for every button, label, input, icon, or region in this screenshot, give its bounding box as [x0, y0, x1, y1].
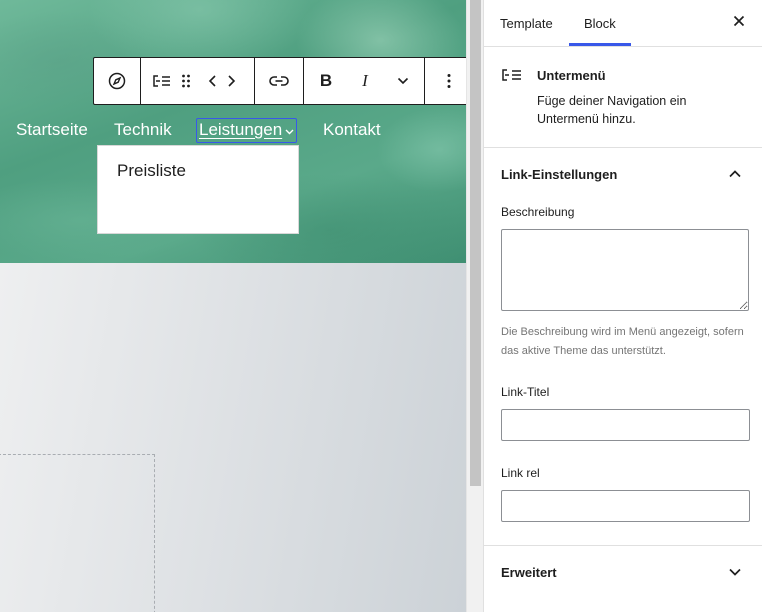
chevron-down-icon	[285, 126, 294, 138]
block-placeholder[interactable]	[0, 454, 155, 612]
link-button[interactable]	[255, 58, 303, 104]
bold-button[interactable]: B	[304, 58, 348, 104]
description-textarea[interactable]	[501, 229, 749, 311]
nav-item-leistungen[interactable]: Leistungen	[196, 118, 298, 143]
compass-icon	[108, 72, 126, 90]
italic-button[interactable]: I	[348, 58, 382, 104]
link-title-label: Link-Titel	[501, 385, 550, 399]
bold-icon: B	[319, 71, 333, 90]
link-settings-panel: Link-Einstellungen Beschreibung Die Besc…	[484, 148, 762, 546]
vertical-ellipsis-icon	[447, 73, 451, 89]
drag-handle[interactable]	[175, 58, 197, 104]
toolbar-group-link	[255, 58, 304, 104]
chevron-down-icon[interactable]	[728, 564, 742, 582]
link-icon	[269, 75, 289, 87]
tab-block[interactable]: Block	[584, 16, 616, 31]
italic-icon: I	[362, 71, 368, 90]
submenu-icon	[152, 74, 172, 88]
nav-item-startseite[interactable]: Startseite	[16, 120, 88, 140]
tab-template[interactable]: Template	[500, 16, 553, 31]
editor-canvas: Startseite Technik Leistungen Kontakt Pr…	[0, 0, 466, 612]
block-description: Füge deiner Navigation ein Untermenü hin…	[537, 94, 687, 126]
options-button[interactable]	[425, 58, 466, 104]
toolbar-group-block	[141, 58, 255, 104]
block-card: Untermenü Füge deiner Navigation ein Unt…	[484, 47, 762, 148]
submenu-item-preisliste[interactable]: Preisliste	[117, 161, 186, 181]
nav-item-leistungen-label: Leistungen	[199, 120, 283, 139]
more-rich-text-button[interactable]	[382, 58, 424, 104]
submenu-icon	[501, 68, 523, 87]
chevron-left-right-icon	[208, 74, 236, 88]
chevron-down-icon	[397, 77, 409, 85]
description-help-text: Die Beschreibung wird im Menü angezeigt,…	[501, 326, 744, 357]
advanced-panel: Erweitert	[484, 546, 762, 612]
link-rel-label: Link rel	[501, 466, 540, 480]
block-toolbar: B I	[93, 57, 466, 105]
toolbar-group-options	[425, 58, 466, 104]
advanced-title[interactable]: Erweitert	[501, 565, 557, 580]
toolbar-group-format: B I	[304, 58, 425, 104]
drag-handle-icon	[181, 73, 191, 89]
description-label: Beschreibung	[501, 205, 575, 219]
submenu-dropdown: Preisliste	[97, 145, 299, 234]
active-tab-indicator	[569, 43, 631, 46]
toolbar-group-parent	[94, 58, 141, 104]
settings-sidebar: Template Block Untermenü Füge deiner Nav…	[483, 0, 762, 612]
sidebar-tabs: Template Block	[484, 0, 762, 47]
close-sidebar-button[interactable]	[729, 13, 749, 33]
navigation-block-button[interactable]	[94, 58, 140, 104]
submenu-parent-button[interactable]	[141, 58, 175, 104]
link-rel-input[interactable]	[501, 490, 750, 522]
block-title: Untermenü	[537, 68, 606, 83]
link-title-input[interactable]	[501, 409, 750, 441]
canvas-scrollbar[interactable]	[466, 0, 483, 612]
move-left-right-button[interactable]	[197, 58, 254, 104]
close-icon	[733, 14, 745, 32]
chevron-up-icon[interactable]	[728, 166, 742, 184]
nav-item-technik[interactable]: Technik	[114, 120, 172, 140]
scrollbar-thumb[interactable]	[470, 0, 481, 486]
link-settings-title[interactable]: Link-Einstellungen	[501, 167, 617, 182]
nav-item-kontakt[interactable]: Kontakt	[323, 120, 381, 140]
